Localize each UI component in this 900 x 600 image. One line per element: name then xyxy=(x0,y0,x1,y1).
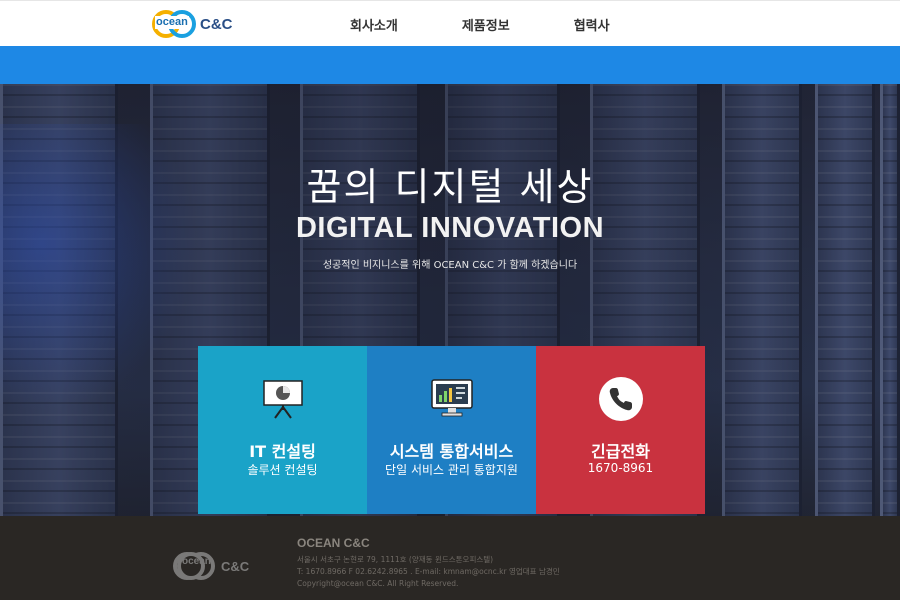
card-title: 시스템 통합서비스 xyxy=(389,442,514,461)
card-it-consulting[interactable]: IT 컨설팅 솔루션 컨설팅 xyxy=(198,346,367,514)
hero-description: 성공적인 비지니스를 위해 OCEAN C&C 가 함께 하겠습니다 xyxy=(322,260,578,271)
footer-address: 서울시 서초구 논현로 79, 1111호 (양재동 윈드스톤오피스텔) xyxy=(297,555,494,564)
card-text: 단일 서비스 관리 통합지원 xyxy=(385,463,518,477)
card-title: IT 컨설팅 xyxy=(249,442,316,461)
service-cards: IT 컨설팅 솔루션 컨설팅 시스템 통합서비스 단일 서비스 관리 통합지원 … xyxy=(198,346,705,514)
accent-bar xyxy=(0,46,900,84)
nav-product-info[interactable]: 제품정보 xyxy=(462,15,510,34)
logo-rings-icon: ocean xyxy=(152,9,196,39)
footer-logo-rings-icon: ocean xyxy=(173,552,215,580)
site-footer: ocean C&C OCEAN C&C 서울시 서초구 논현로 79, 1111… xyxy=(0,516,900,600)
card-system-integration[interactable]: 시스템 통합서비스 단일 서비스 관리 통합지원 xyxy=(367,346,536,514)
footer-info: OCEAN C&C 서울시 서초구 논현로 79, 1111호 (양재동 윈드스… xyxy=(297,536,560,590)
main-nav: 회사소개 제품정보 협력사 xyxy=(350,1,610,47)
card-emergency-call[interactable]: 긴급전화 1670-8961 xyxy=(536,346,705,514)
nav-partners[interactable]: 협력사 xyxy=(574,15,610,34)
card-text: 솔루션 컨설팅 xyxy=(247,463,318,477)
footer-copyright: Copyright@ocean C&C. All Right Reserved. xyxy=(297,579,459,588)
card-title: 긴급전화 xyxy=(591,442,650,461)
footer-logo: ocean C&C xyxy=(173,552,249,580)
monitor-chart-icon xyxy=(431,379,473,417)
footer-contact: T: 1670.8966 F 02.6242.8965 . E-mail: km… xyxy=(297,567,560,576)
logo-word: ocean xyxy=(155,16,189,29)
hero-title: 꿈의 디지털 세상 xyxy=(306,165,594,209)
logo-cc-text: C&C xyxy=(200,15,233,33)
footer-logo-cc: C&C xyxy=(221,558,250,574)
footer-company-name: OCEAN C&C xyxy=(297,536,370,550)
hero-subtitle: DIGITAL INNOVATION xyxy=(295,212,605,244)
phone-icon xyxy=(599,377,643,421)
nav-company-intro[interactable]: 회사소개 xyxy=(350,15,398,34)
site-header: ocean C&C 회사소개 제품정보 협력사 xyxy=(0,0,900,46)
footer-logo-word: ocean xyxy=(177,552,211,580)
emergency-phone-number: 1670-8961 xyxy=(587,461,654,475)
ocean-cc-logo[interactable]: ocean C&C xyxy=(152,9,233,39)
presentation-board-icon xyxy=(263,380,303,419)
